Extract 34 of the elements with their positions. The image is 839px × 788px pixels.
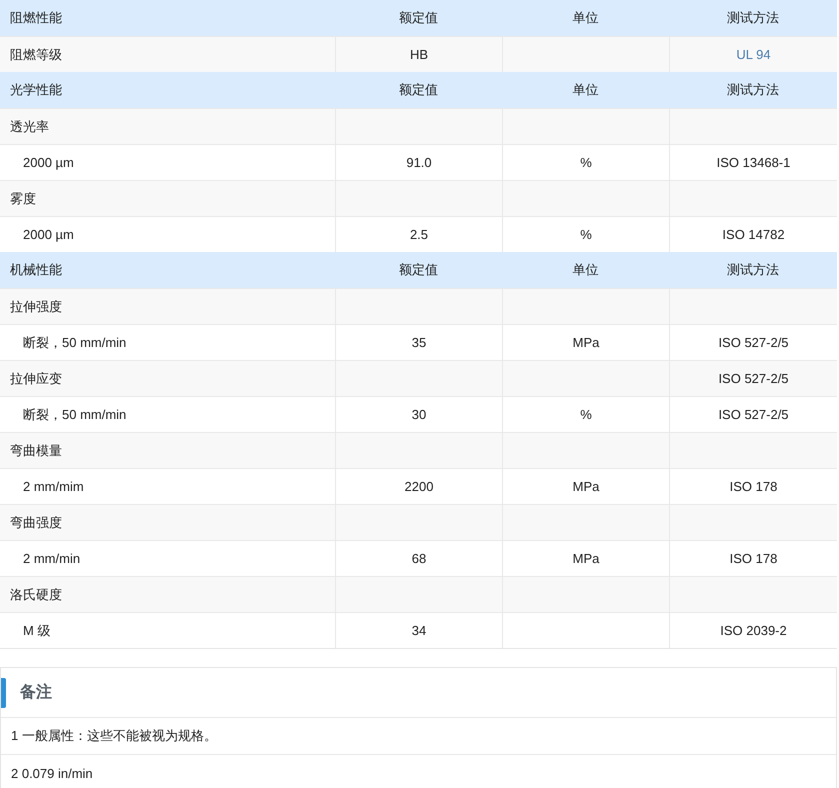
- table-cell-text: 2 mm/mim: [22, 478, 85, 496]
- column-heading: 测试方法: [727, 9, 779, 27]
- column-heading: 单位: [572, 9, 598, 27]
- column-heading: 单位: [572, 261, 598, 279]
- column-heading: 额定值: [399, 261, 438, 279]
- table-cell-text: 断裂，50 mm/min: [22, 334, 128, 352]
- note-text: 1 一般属性：这些不能被视为规格。: [11, 727, 217, 745]
- note-text: 2 0.079 in/min: [11, 766, 93, 780]
- table-cell-text: 2000 µm: [22, 226, 75, 244]
- column-heading: 测试方法: [727, 261, 779, 279]
- table-cell-text: 拉伸强度: [9, 298, 63, 316]
- table-cell-text: 拉伸应变: [9, 370, 63, 388]
- column-heading: 单位: [572, 81, 598, 99]
- table-cell-text: M 级: [22, 622, 52, 640]
- notes-title: 备注: [20, 682, 52, 703]
- table-cell-text: 透光率: [9, 118, 50, 136]
- table-cell-text: 洛氏硬度: [9, 586, 63, 604]
- table-cell-text: 弯曲模量: [9, 442, 63, 460]
- section-title: 阻燃性能: [10, 9, 62, 27]
- section-title: 机械性能: [10, 261, 62, 279]
- table-cell-text: 断裂，50 mm/min: [22, 406, 128, 424]
- section-title: 光学性能: [10, 81, 62, 99]
- table-cell-text: 阻燃等级: [9, 46, 63, 64]
- table-cell-text: 雾度: [9, 190, 37, 208]
- column-heading: 额定值: [399, 9, 438, 27]
- table-cell-text: 弯曲强度: [9, 514, 63, 532]
- table-cell-text: 2 mm/min: [22, 550, 82, 568]
- column-heading: 额定值: [399, 81, 438, 99]
- table-cell: 34: [335, 613, 502, 648]
- table-cell-text: 2000 µm: [22, 154, 75, 172]
- test-method-link[interactable]: UL 94: [736, 47, 771, 62]
- table-cell: ISO 2039-2: [669, 613, 837, 648]
- accent-bar: [1, 678, 6, 708]
- column-heading: 测试方法: [727, 81, 779, 99]
